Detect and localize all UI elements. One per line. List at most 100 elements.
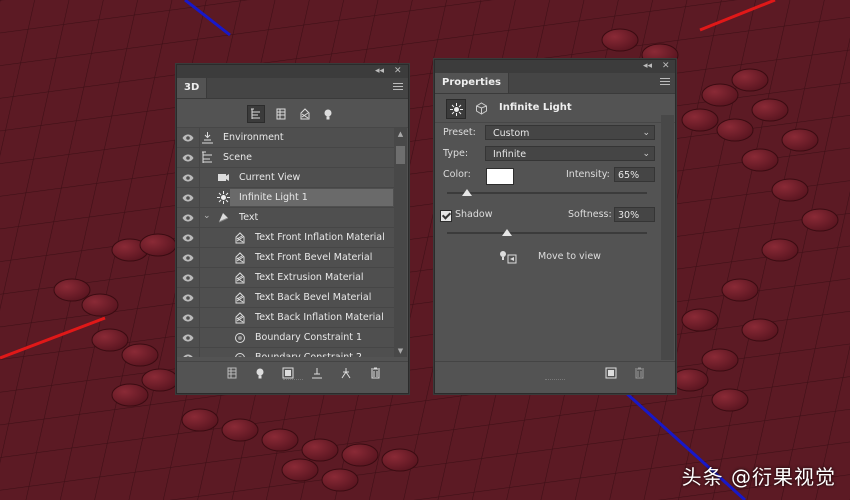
type-label: Type: [443,148,469,159]
add-mesh-icon[interactable] [225,366,239,380]
panel-tabbar: Properties [435,73,675,94]
panel-menu-icon[interactable] [660,78,670,87]
material-icon [233,271,246,284]
shadow-checkbox[interactable] [440,210,452,222]
move-to-view-row[interactable]: Move to view [435,247,660,267]
panel-titlebar[interactable]: ◂◂ ✕ [435,60,675,73]
softness-slider-knob[interactable] [502,229,512,236]
material-icon [233,291,246,304]
whole-scene-filter-icon[interactable] [247,105,265,123]
type-row: Type: Infinite ⌄ [435,144,660,164]
intensity-slider[interactable] [447,189,647,196]
softness-input[interactable]: 30% [614,207,655,222]
layer-label: Text Back Inflation Material [255,312,384,323]
move-to-view-label[interactable]: Move to view [538,247,601,267]
layer-row[interactable]: Text Front Inflation Material [177,228,394,248]
delete-icon[interactable] [368,366,382,380]
intensity-slider-knob[interactable] [462,189,472,196]
visibility-eye-icon[interactable] [177,188,200,207]
visibility-eye-icon[interactable] [177,228,200,247]
expand-chevron-icon[interactable]: ⌄ [203,211,211,221]
type-dropdown[interactable]: Infinite ⌄ [485,146,655,161]
properties-header: Infinite Light [435,94,675,123]
visibility-eye-icon[interactable] [177,128,200,147]
chevron-down-icon: ⌄ [642,128,650,138]
collapse-icon[interactable]: ◂◂ [643,60,652,73]
properties-footer [435,361,675,384]
layer-row[interactable]: Boundary Constraint 2 [177,348,394,357]
properties-scrollbar[interactable] [661,115,674,360]
layer-row[interactable]: Text Back Inflation Material [177,308,394,328]
panel-menu-icon[interactable] [393,83,403,92]
3d-panel: ◂◂ ✕ 3D Environment Scene Current View Infi… [176,64,409,394]
tab-properties[interactable]: Properties [435,73,509,93]
lights-filter-icon[interactable] [320,106,336,122]
layer-list-scrollbar[interactable]: ▲ ▼ [394,128,407,357]
type-value: Infinite [493,149,527,160]
visibility-eye-icon[interactable] [177,208,200,227]
layer-label: Text Front Inflation Material [255,232,385,243]
layer-row[interactable]: Environment [177,128,394,148]
move-to-view-icon[interactable] [499,250,517,267]
render-icon[interactable] [604,366,618,380]
constraint-icon [233,331,246,344]
camera-icon [217,171,230,184]
light-color-swatch[interactable] [486,168,514,185]
visibility-eye-icon[interactable] [177,328,200,347]
visibility-eye-icon[interactable] [177,168,200,187]
shadow-row: Shadow Softness: 30% [435,205,660,225]
layer-label: Scene [223,152,252,163]
constraint-tool-icon[interactable] [339,366,353,380]
3d-viewport-scene[interactable] [0,0,850,500]
delete-icon[interactable] [632,366,646,380]
preset-row: Preset: Custom ⌄ [435,123,660,143]
meshes-filter-icon[interactable] [273,106,289,122]
layer-row[interactable]: Infinite Light 1 [177,188,394,208]
panel-titlebar[interactable]: ◂◂ ✕ [177,65,408,78]
render-frame-icon[interactable] [281,366,295,380]
layer-row[interactable]: Text Extrusion Material [177,268,394,288]
visibility-eye-icon[interactable] [177,348,200,357]
layer-row[interactable]: Scene [177,148,394,168]
shadow-label: Shadow [455,209,493,220]
visibility-eye-icon[interactable] [177,268,200,287]
scrollbar-thumb[interactable] [396,146,405,164]
properties-panel: ◂◂ ✕ Properties Infinite Light Preset: C… [434,59,676,394]
material-icon [233,251,246,264]
mesh-icon [217,211,230,224]
color-label: Color: [443,169,471,180]
materials-filter-icon[interactable] [297,106,313,122]
layer-row[interactable]: Boundary Constraint 1 [177,328,394,348]
close-icon[interactable]: ✕ [662,60,670,73]
visibility-eye-icon[interactable] [177,248,200,267]
scroll-down-icon[interactable]: ▼ [394,347,407,355]
add-light-icon[interactable] [253,366,267,380]
close-icon[interactable]: ✕ [394,65,402,78]
softness-slider[interactable] [447,229,647,236]
coordinates-icon[interactable] [472,99,490,117]
layer-row[interactable]: Text Front Bevel Material [177,248,394,268]
visibility-eye-icon[interactable] [177,308,200,327]
material-icon [233,311,246,324]
layer-row[interactable]: Text Back Bevel Material [177,288,394,308]
layer-row[interactable]: Current View [177,168,394,188]
layer-row[interactable]: ⌄ Text [177,208,394,228]
collapse-icon[interactable]: ◂◂ [375,65,384,78]
watermark-text: 头条 @衍果视觉 [681,465,836,489]
resize-grip[interactable] [282,379,303,383]
intensity-input[interactable]: 65% [614,167,655,182]
preset-dropdown[interactable]: Custom ⌄ [485,125,655,140]
infinite-light-icon[interactable] [446,99,466,119]
scroll-up-icon[interactable]: ▲ [394,130,407,138]
material-icon [233,231,246,244]
resize-grip[interactable] [545,379,565,383]
layer-label: Boundary Constraint 2 [255,348,362,357]
tab-3d[interactable]: 3D [177,78,208,98]
visibility-eye-icon[interactable] [177,148,200,167]
ground-object-icon[interactable] [310,366,324,380]
panel-tabbar: 3D [177,78,408,99]
constraint-icon [233,351,246,357]
visibility-eye-icon[interactable] [177,288,200,307]
infinite-light-icon [217,191,230,204]
preset-value: Custom [493,128,530,139]
